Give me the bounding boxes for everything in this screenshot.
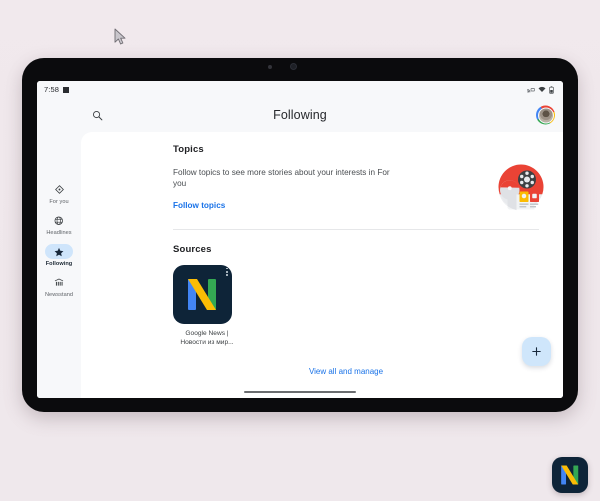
add-fab-button[interactable]	[522, 337, 551, 366]
status-time: 7:58	[44, 85, 59, 94]
newsstand-icon	[54, 278, 64, 287]
app-bar: Following	[37, 98, 563, 132]
topics-description: Follow topics to see more stories about …	[173, 167, 399, 190]
front-camera-icon	[290, 63, 297, 70]
rail-item-following[interactable]: Following	[38, 244, 80, 267]
rail-label-newsstand: Newsstand	[45, 292, 73, 298]
card-scroll-area: Topics Follow topics to see more stories…	[81, 132, 563, 379]
rail-pill-following	[45, 244, 73, 259]
alarm-square-icon	[63, 87, 69, 93]
rail-label-following: Following	[46, 261, 73, 267]
avatar-image	[538, 107, 554, 123]
sources-heading: Sources	[173, 244, 563, 255]
body-row: For you Headlines Foll	[37, 132, 563, 398]
status-bar-right	[527, 86, 554, 94]
topics-heading: Topics	[173, 144, 563, 155]
topics-text-block: Follow topics to see more stories about …	[173, 167, 485, 213]
topics-section: Follow topics to see more stories about …	[173, 167, 563, 213]
source-name-line1: Google News |	[173, 329, 241, 338]
source-name-line2: Новости из мир...	[173, 338, 241, 347]
rail-label-for-you: For you	[49, 199, 68, 205]
star-icon	[54, 247, 64, 257]
source-item[interactable]: Google News | Новости из мир...	[173, 265, 241, 348]
status-bar-left: 7:58	[44, 85, 69, 94]
rail-item-headlines[interactable]: Headlines	[38, 213, 80, 236]
avatar[interactable]	[536, 106, 555, 125]
diamond-icon	[55, 185, 64, 194]
globe-icon	[54, 216, 64, 226]
rail-label-headlines: Headlines	[46, 230, 71, 236]
topics-illustration	[497, 163, 545, 211]
rail-pill-newsstand	[45, 275, 73, 290]
status-bar: 7:58	[37, 81, 563, 98]
camera-sensor-dot	[268, 65, 272, 69]
rail-item-for-you[interactable]: For you	[38, 182, 80, 205]
battery-icon	[549, 86, 554, 94]
navigation-rail: For you Headlines Foll	[37, 132, 81, 398]
rail-item-newsstand[interactable]: Newsstand	[38, 275, 80, 298]
cast-icon	[527, 87, 535, 93]
google-news-logo	[173, 265, 232, 324]
content-card: Topics Follow topics to see more stories…	[81, 132, 563, 398]
rail-pill-for-you	[45, 182, 73, 197]
view-all-and-manage-link[interactable]: View all and manage	[309, 367, 383, 376]
source-name: Google News | Новости из мир...	[173, 329, 241, 348]
sources-grid: Google News | Новости из мир...	[173, 265, 563, 348]
more-vert-icon[interactable]	[226, 268, 228, 276]
page-title: Following	[37, 108, 563, 122]
plus-icon	[531, 346, 542, 357]
rail-pill-headlines	[45, 213, 73, 228]
view-all-row: View all and manage	[81, 361, 563, 379]
section-divider	[173, 229, 539, 230]
follow-topics-link[interactable]: Follow topics	[173, 201, 225, 210]
wifi-icon	[538, 86, 546, 93]
tablet-screen: 7:58 Following	[37, 81, 563, 398]
google-news-app-icon[interactable]	[552, 457, 588, 493]
